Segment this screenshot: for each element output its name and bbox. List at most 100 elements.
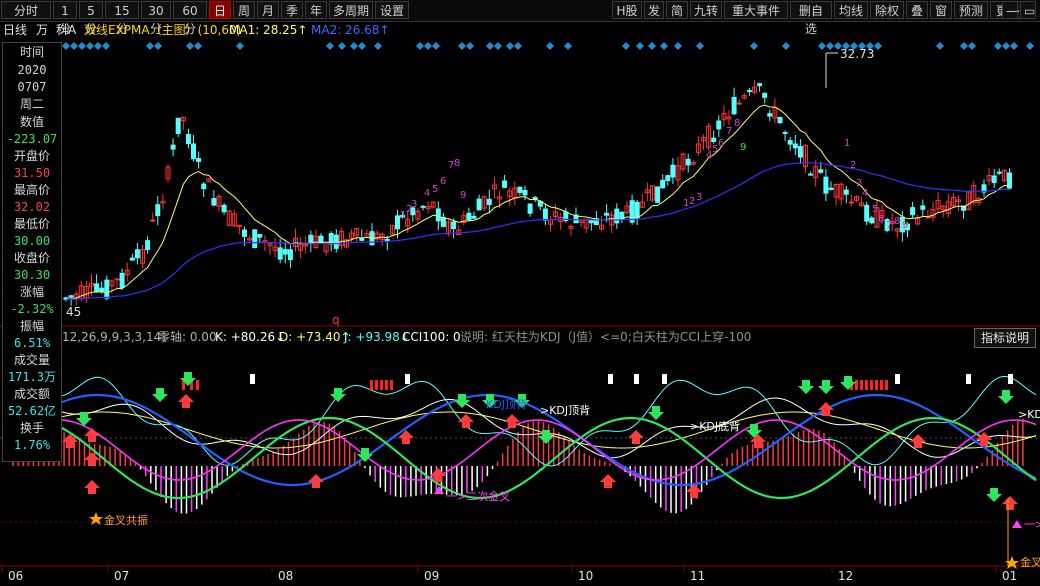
signal-diamond bbox=[674, 42, 682, 50]
candle-body bbox=[818, 169, 824, 173]
signal-diamond bbox=[936, 42, 944, 50]
signal-diamond bbox=[432, 42, 440, 50]
candle-body bbox=[114, 278, 120, 281]
down-arrow-icon bbox=[648, 406, 664, 420]
td-sequence-digit: 6 bbox=[878, 214, 884, 225]
candle-body bbox=[134, 249, 140, 259]
indicator-header: 12,26,9,9,3,3,14) 零轴: 0.00 K: +80.26↓ D:… bbox=[62, 329, 962, 345]
info-label: 收盘价 bbox=[13, 251, 50, 265]
info-value: -223.07 bbox=[6, 132, 58, 146]
info-value: 1.76% bbox=[13, 438, 51, 452]
info-value: 52.62亿 bbox=[7, 404, 57, 418]
x-axis-label: 08 bbox=[278, 569, 293, 583]
candle-body bbox=[242, 229, 247, 237]
up-arrow-icon bbox=[308, 474, 324, 488]
candle-body bbox=[104, 279, 110, 299]
candle-body bbox=[660, 179, 666, 189]
signal-diamond bbox=[968, 42, 976, 50]
candle-body bbox=[777, 116, 783, 124]
candle-body bbox=[287, 249, 293, 261]
info-value: 6.51% bbox=[13, 336, 51, 350]
info-value: 周二 bbox=[19, 97, 44, 111]
signal-diamond bbox=[70, 42, 78, 50]
candle-body bbox=[185, 134, 191, 145]
signal-diamond bbox=[358, 42, 366, 50]
candle-body bbox=[308, 234, 314, 243]
annotation-text: >KDJ bbox=[1018, 408, 1040, 421]
star-icon bbox=[1005, 556, 1019, 569]
cci-column bbox=[895, 374, 900, 384]
up-arrow-icon bbox=[910, 434, 926, 448]
up-arrow-icon bbox=[178, 394, 194, 408]
candle-body bbox=[762, 92, 768, 98]
candle-body bbox=[68, 295, 74, 298]
candle-body bbox=[746, 90, 752, 93]
candle-body bbox=[797, 146, 803, 158]
magenta-line bbox=[3, 419, 1037, 481]
candle-body bbox=[588, 219, 594, 224]
signal-diamond bbox=[960, 42, 968, 50]
candle-body bbox=[99, 287, 105, 292]
candle-body bbox=[435, 208, 441, 222]
candle-body bbox=[252, 229, 258, 249]
up-arrow-icon bbox=[504, 414, 520, 428]
kdj-column bbox=[385, 380, 388, 390]
cci-column bbox=[608, 374, 613, 384]
x-axis-label: 12 bbox=[838, 569, 853, 583]
indicator-note: 说明: 红天柱为KDJ（J值）<=0;白天柱为CCI上穿-100 bbox=[460, 330, 752, 344]
cci-column bbox=[966, 374, 971, 384]
down-arrow-icon bbox=[818, 380, 834, 394]
signal-diamond bbox=[514, 42, 522, 50]
signal-diamond bbox=[874, 42, 882, 50]
down-arrow-icon bbox=[798, 380, 814, 394]
info-label: 成交量 bbox=[13, 353, 50, 367]
candle-body bbox=[145, 240, 151, 250]
candle-body bbox=[486, 198, 492, 205]
data-info-panel: 时间 2020 0707 周二 数值 -223.07 开盘价 31.50 最高价 32.02 最低价… bbox=[2, 42, 62, 462]
info-label: 时间 bbox=[19, 45, 44, 59]
td-sequence-digit: 9 bbox=[460, 190, 466, 201]
signal-diamond bbox=[424, 42, 432, 50]
signal-diamond bbox=[146, 42, 154, 50]
candle-body bbox=[527, 203, 533, 214]
signal-diamond bbox=[636, 42, 644, 50]
candle-body bbox=[395, 215, 400, 230]
kdj-column bbox=[865, 380, 868, 390]
td-sequence-digit: 8 bbox=[894, 216, 900, 227]
candle-body bbox=[257, 234, 263, 238]
td-sequence-digit: 6 bbox=[440, 176, 446, 187]
td-sequence-digit: 4 bbox=[862, 188, 868, 199]
signal-diamond bbox=[236, 42, 244, 50]
kdj-column bbox=[380, 380, 383, 390]
candle-body bbox=[782, 131, 788, 134]
candle-body bbox=[864, 204, 870, 222]
x-axis-label: 10 bbox=[578, 569, 593, 583]
info-value: 32.02 bbox=[13, 200, 51, 214]
candle-body bbox=[542, 208, 548, 221]
candle-body bbox=[150, 219, 156, 222]
info-value: 31.50 bbox=[13, 166, 51, 180]
candle-body bbox=[420, 205, 426, 208]
td-sequence-digit: 3 bbox=[696, 192, 702, 203]
td-sequence-digit: 1 bbox=[844, 138, 850, 149]
down-arrow-icon bbox=[998, 390, 1014, 404]
info-value: 30.30 bbox=[13, 268, 51, 282]
cci-column bbox=[1008, 374, 1013, 384]
candle-body bbox=[333, 234, 339, 249]
low-price-label: 45 bbox=[66, 305, 81, 319]
signal-diamond bbox=[546, 42, 554, 50]
candle-body bbox=[823, 176, 829, 194]
kdj-column bbox=[390, 380, 393, 390]
cci-column bbox=[250, 374, 255, 384]
up-arrow-icon bbox=[628, 430, 644, 444]
candle-body bbox=[920, 205, 926, 210]
signal-diamond bbox=[78, 42, 86, 50]
indicator-help-button[interactable]: 指标说明 bbox=[973, 328, 1036, 348]
signal-diamond bbox=[186, 42, 194, 50]
up-arrow-icon bbox=[458, 414, 474, 428]
chart-canvas[interactable]: 32.7345q1234 567 891 2 3456789 1234567 8 9金叉共振一… bbox=[0, 0, 1040, 586]
info-label: 涨幅 bbox=[19, 285, 44, 299]
kdj-column bbox=[375, 380, 378, 390]
candle-body bbox=[94, 283, 100, 292]
x-axis-label: 07 bbox=[114, 569, 129, 583]
